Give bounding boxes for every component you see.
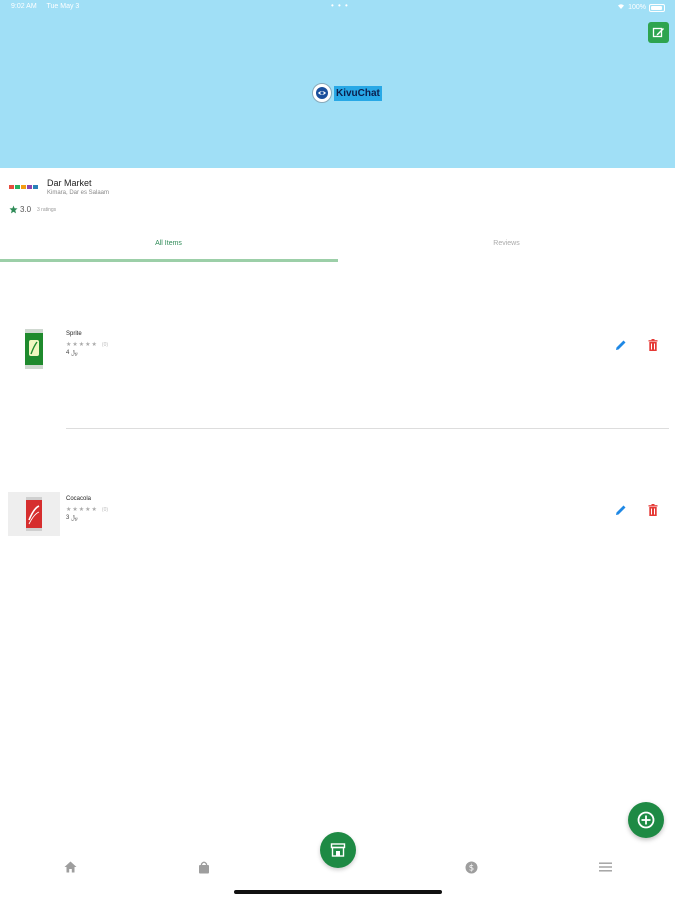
edit-square-icon: [652, 27, 664, 38]
home-indicator[interactable]: [234, 890, 442, 894]
rating-count: 3 ratings: [37, 207, 57, 213]
status-bar-right: 100%: [617, 3, 665, 12]
item-name: Cocacola: [66, 496, 92, 502]
edit-item-button[interactable]: [613, 502, 629, 518]
rating-value: 3.0: [20, 205, 32, 214]
add-item-button[interactable]: [628, 802, 664, 838]
item-rating-count: (0): [101, 342, 109, 348]
item-price: 4 ﷼: [66, 350, 78, 356]
shop-logo: [9, 181, 39, 193]
edit-shop-button[interactable]: [648, 22, 669, 43]
list-item[interactable]: Cocacola ★★★★★ (0) 3 ﷼: [0, 492, 675, 552]
header: 9:02 AM Tue May 3 • • • 100% KivuChat: [0, 0, 675, 168]
store-icon: [330, 843, 346, 857]
item-rating: ★★★★★ (0): [66, 341, 108, 348]
status-time: 9:02 AM: [11, 3, 37, 10]
menu-icon: [598, 862, 612, 872]
nav-store[interactable]: [320, 832, 356, 868]
battery-icon: [649, 3, 665, 12]
shopping-bag-icon: [199, 861, 209, 873]
item-rating-count: (0): [101, 507, 109, 513]
multitasking-dots[interactable]: • • •: [331, 1, 349, 10]
app-logo: KivuChat: [312, 83, 382, 103]
delete-item-button[interactable]: [645, 502, 661, 518]
plus-circle-icon: [637, 811, 655, 829]
svg-text:$: $: [468, 863, 473, 873]
nav-home[interactable]: [63, 860, 77, 874]
tab-indicator: [0, 259, 338, 262]
divider: [66, 428, 669, 429]
item-image: [8, 492, 60, 536]
logo-icon: [312, 83, 332, 103]
shop-name: Dar Market: [47, 178, 92, 188]
item-rating: ★★★★★ (0): [66, 506, 108, 513]
shop-rating: 3.0: [9, 205, 31, 214]
pencil-icon: [616, 340, 626, 350]
battery-percent: 100%: [628, 4, 646, 11]
trash-icon: [648, 504, 658, 516]
shop-location: Kimara, Dar es Salaam: [47, 190, 110, 196]
edit-item-button[interactable]: [613, 337, 629, 353]
item-image: [8, 327, 60, 371]
item-stars-icon: ★★★★★: [66, 342, 98, 348]
dollar-icon: $: [465, 861, 477, 873]
star-icon: [9, 205, 18, 214]
nav-payments[interactable]: $: [464, 860, 478, 874]
wifi-icon: [617, 3, 625, 12]
logo-text: KivuChat: [334, 85, 382, 101]
status-date: Tue May 3: [46, 3, 80, 10]
item-name: Sprite: [66, 331, 82, 337]
item-stars-icon: ★★★★★: [66, 507, 98, 513]
pencil-icon: [616, 505, 626, 515]
nav-orders[interactable]: [197, 860, 211, 874]
nav-menu[interactable]: [598, 860, 612, 874]
delete-item-button[interactable]: [645, 337, 661, 353]
item-price: 3 ﷼: [66, 515, 78, 521]
home-icon: [64, 861, 76, 873]
trash-icon: [648, 339, 658, 351]
status-bar-left: 9:02 AM Tue May 3: [11, 3, 87, 10]
list-item[interactable]: Sprite ★★★★★ (0) 4 ﷼: [0, 327, 675, 387]
tab-reviews[interactable]: Reviews: [338, 236, 675, 262]
